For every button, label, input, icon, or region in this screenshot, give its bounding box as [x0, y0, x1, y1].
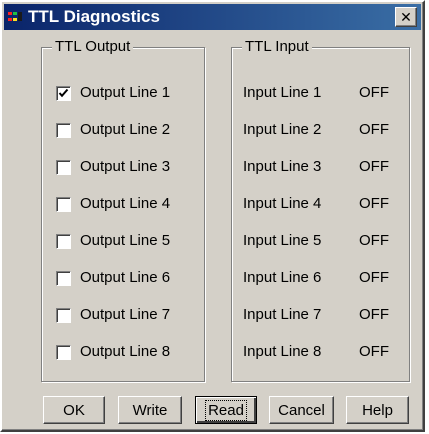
- ttl-output-group: TTL Output Output Line 1 Output Line 2 O…: [41, 38, 205, 382]
- output-line-7-checkbox[interactable]: [56, 308, 71, 323]
- input-line-status: OFF: [359, 306, 389, 323]
- output-line-label: Output Line 3: [80, 158, 171, 175]
- input-line-label: Input Line 6: [243, 269, 322, 286]
- input-line-label: Input Line 2: [243, 121, 322, 138]
- output-line-label: Output Line 8: [80, 343, 171, 360]
- output-line-5-checkbox[interactable]: [56, 234, 71, 249]
- output-line-2-checkbox[interactable]: [56, 123, 71, 138]
- app-icon: [8, 10, 24, 24]
- output-line-3-checkbox[interactable]: [56, 160, 71, 175]
- output-line-label: Output Line 5: [80, 232, 171, 249]
- ok-button[interactable]: OK: [43, 396, 105, 424]
- read-button-label: Read: [205, 400, 247, 421]
- output-line-label: Output Line 1: [80, 84, 171, 101]
- output-line-label: Output Line 7: [80, 306, 171, 323]
- ttl-input-group: TTL Input Input Line 1 OFF Input Line 2 …: [231, 38, 410, 382]
- write-button[interactable]: Write: [118, 396, 182, 424]
- cancel-button[interactable]: Cancel: [269, 396, 334, 424]
- input-line-status: OFF: [359, 195, 389, 212]
- input-line-label: Input Line 1: [243, 84, 322, 101]
- output-line-8-checkbox[interactable]: [56, 345, 71, 360]
- close-icon: ✕: [400, 9, 412, 25]
- input-line-status: OFF: [359, 343, 389, 360]
- input-line-label: Input Line 8: [243, 343, 322, 360]
- output-line-label: Output Line 2: [80, 121, 171, 138]
- input-line-status: OFF: [359, 84, 389, 101]
- input-line-label: Input Line 3: [243, 158, 322, 175]
- output-line-4-checkbox[interactable]: [56, 197, 71, 212]
- input-line-status: OFF: [359, 232, 389, 249]
- output-line-label: Output Line 4: [80, 195, 171, 212]
- output-line-6-checkbox[interactable]: [56, 271, 71, 286]
- output-line-1-checkbox[interactable]: [56, 86, 71, 101]
- checkmark-icon: [58, 88, 69, 98]
- ttl-diagnostics-dialog: TTL Diagnostics ✕ TTL Output Output Line…: [0, 0, 425, 432]
- input-line-label: Input Line 7: [243, 306, 322, 323]
- input-line-label: Input Line 4: [243, 195, 322, 212]
- window-title: TTL Diagnostics: [28, 7, 160, 26]
- help-button[interactable]: Help: [346, 396, 409, 424]
- close-button[interactable]: ✕: [395, 7, 417, 27]
- input-line-status: OFF: [359, 269, 389, 286]
- read-button[interactable]: Read: [195, 396, 257, 424]
- ttl-input-label: TTL Input: [242, 38, 312, 55]
- title-bar[interactable]: TTL Diagnostics ✕: [4, 4, 421, 30]
- input-line-status: OFF: [359, 121, 389, 138]
- ttl-output-label: TTL Output: [52, 38, 134, 55]
- input-line-status: OFF: [359, 158, 389, 175]
- input-line-label: Input Line 5: [243, 232, 322, 249]
- output-line-label: Output Line 6: [80, 269, 171, 286]
